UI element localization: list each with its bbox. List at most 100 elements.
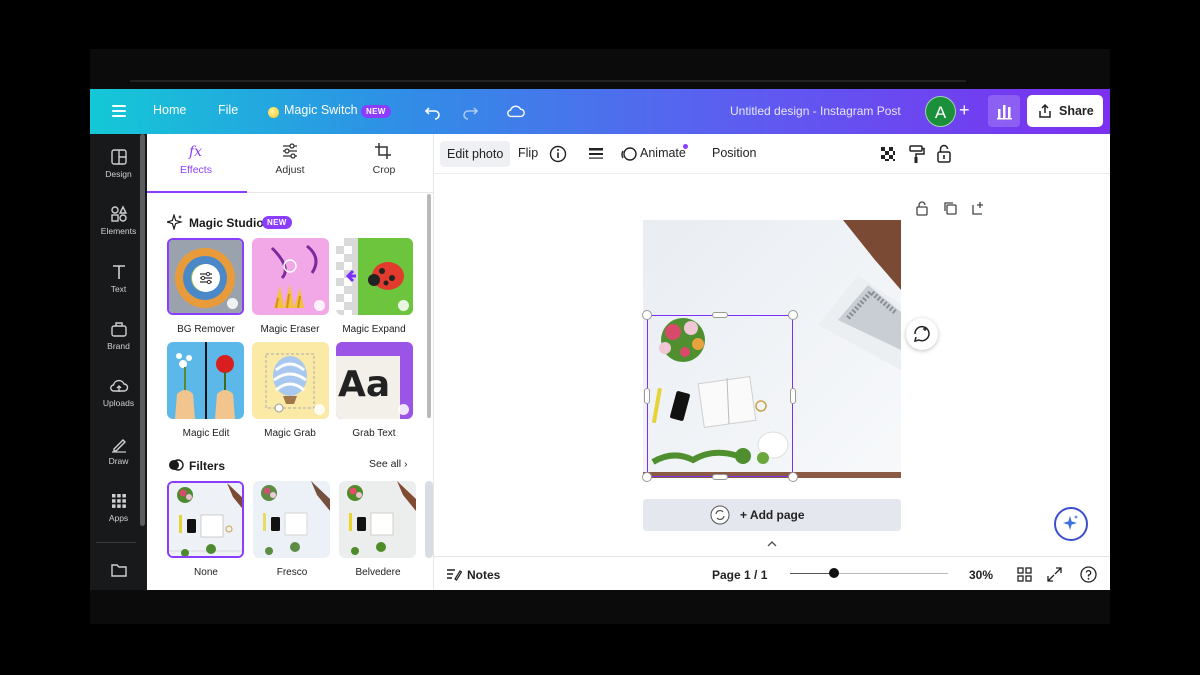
rail-item-apps[interactable]: Apps — [90, 492, 147, 523]
sparkle-icon — [167, 214, 183, 230]
border-style-icon[interactable] — [587, 145, 605, 163]
grab-text-sample: Aa — [338, 364, 391, 405]
filter-none[interactable] — [167, 481, 244, 558]
add-page-label: + Add page — [740, 508, 805, 522]
paint-roller-icon[interactable] — [908, 144, 926, 164]
document-title[interactable]: Untitled design - Instagram Post — [730, 104, 901, 118]
tool-label: Magic Edit — [182, 428, 230, 439]
undo-icon[interactable] — [423, 101, 443, 121]
tool-grab-text[interactable]: Aa — [336, 342, 413, 419]
position-button[interactable]: Position — [712, 146, 756, 160]
rail-item-projects[interactable] — [90, 562, 147, 581]
elements-icon — [110, 205, 127, 222]
see-all-link[interactable]: See all › — [369, 458, 408, 470]
rail-item-text[interactable]: Text — [90, 263, 147, 294]
filter-fresco[interactable] — [253, 481, 330, 558]
filter-next-partial[interactable] — [425, 481, 433, 558]
filter-belvedere[interactable] — [339, 481, 416, 558]
frame-top-line — [130, 80, 966, 82]
edit-photo-button[interactable]: Edit photo — [440, 141, 511, 167]
zoom-slider-thumb[interactable] — [829, 568, 839, 578]
context-toolbar: Edit photo Flip Animate Position — [434, 134, 1110, 174]
resize-handle[interactable] — [712, 474, 728, 480]
animate-button[interactable]: Animate — [640, 146, 686, 160]
effects-panel: fx Effects Adjust Crop Magic Studio NEW — [147, 134, 434, 590]
rail-label: Elements — [100, 226, 137, 236]
rail-item-brand[interactable]: Brand — [90, 320, 147, 351]
rail-label: Apps — [108, 513, 129, 523]
resize-handle[interactable] — [644, 388, 650, 404]
filter-label: None — [194, 567, 218, 578]
rail-item-uploads[interactable]: Uploads — [90, 377, 147, 408]
resize-handle[interactable] — [788, 472, 798, 482]
left-icon-rail: Design Elements Text Brand Uploads Draw — [90, 134, 147, 590]
comment-button[interactable] — [906, 318, 938, 350]
bottom-bar: Notes Page 1 / 1 30% — [434, 556, 1110, 590]
uploads-icon — [109, 379, 128, 392]
home-menu[interactable]: Home — [153, 103, 186, 117]
tab-effects-label: Effects — [180, 164, 212, 176]
tool-magic-expand[interactable] — [336, 238, 413, 315]
magic-studio-new-badge: NEW — [262, 216, 292, 229]
rail-item-draw[interactable]: Draw — [90, 435, 147, 466]
notes-button[interactable]: Notes — [467, 568, 500, 582]
rail-scrollbar[interactable] — [140, 134, 145, 526]
resize-handle[interactable] — [790, 388, 796, 404]
hamburger-menu-icon[interactable] — [112, 105, 126, 117]
add-page-icon[interactable] — [970, 200, 986, 216]
flip-button[interactable]: Flip — [518, 146, 538, 160]
text-icon — [112, 265, 125, 279]
tab-adjust[interactable]: Adjust — [243, 142, 337, 176]
tool-bg-remover[interactable] — [167, 238, 244, 315]
add-page-button[interactable]: + Add page — [643, 499, 901, 531]
zoom-slider-fill — [790, 573, 834, 574]
tab-crop[interactable]: Crop — [337, 142, 431, 176]
crown-icon — [227, 298, 238, 309]
resize-handle[interactable] — [642, 472, 652, 482]
resize-handle[interactable] — [712, 312, 728, 318]
filter-label: Fresco — [276, 567, 308, 578]
insights-button[interactable] — [988, 95, 1020, 127]
crown-icon — [398, 404, 409, 415]
zoom-value[interactable]: 30% — [969, 568, 993, 582]
zoom-slider-track[interactable] — [790, 568, 948, 578]
filter-fresco-thumbnail — [253, 481, 330, 558]
resize-handle[interactable] — [642, 310, 652, 320]
page-indicator[interactable]: Page 1 / 1 — [712, 568, 767, 582]
magic-studio-title: Magic Studio — [189, 216, 264, 230]
info-icon[interactable] — [549, 145, 567, 163]
duplicate-page-icon[interactable] — [942, 200, 958, 216]
file-menu[interactable]: File — [218, 103, 238, 117]
tab-effects[interactable]: fx Effects — [149, 142, 243, 176]
invite-plus-button[interactable]: + — [959, 100, 970, 121]
fullscreen-icon[interactable] — [1047, 567, 1062, 582]
tool-magic-eraser[interactable] — [252, 238, 329, 315]
rail-item-elements[interactable]: Elements — [90, 205, 147, 236]
page-lock-icon[interactable] — [914, 200, 930, 216]
cloud-save-icon[interactable] — [506, 101, 526, 121]
tool-magic-edit[interactable] — [167, 342, 244, 419]
selection-frame[interactable] — [647, 315, 793, 477]
lock-icon[interactable] — [935, 144, 953, 164]
draw-icon — [111, 439, 126, 453]
user-avatar[interactable]: A — [925, 96, 956, 127]
transparency-icon[interactable] — [879, 145, 897, 163]
brand-icon — [110, 322, 127, 337]
active-tab-indicator — [147, 191, 247, 193]
help-icon[interactable] — [1080, 566, 1097, 583]
magic-switch-button[interactable]: Magic Switch — [284, 103, 358, 117]
panel-scrollbar[interactable] — [427, 194, 431, 418]
comment-add-icon — [913, 325, 930, 343]
magic-assistant-button[interactable] — [1054, 507, 1088, 541]
magic-edit-thumbnail — [167, 342, 244, 419]
redo-icon[interactable] — [460, 101, 480, 121]
tool-magic-grab[interactable] — [252, 342, 329, 419]
sparkle-icon — [1063, 515, 1078, 530]
design-canvas: + Add page — [434, 175, 1110, 559]
share-button[interactable]: Share — [1027, 95, 1103, 127]
resize-handle[interactable] — [788, 310, 798, 320]
rail-label: Text — [110, 284, 127, 294]
grid-view-icon[interactable] — [1017, 567, 1032, 582]
share-upload-icon — [1039, 103, 1051, 118]
rail-item-design[interactable]: Design — [90, 148, 147, 179]
